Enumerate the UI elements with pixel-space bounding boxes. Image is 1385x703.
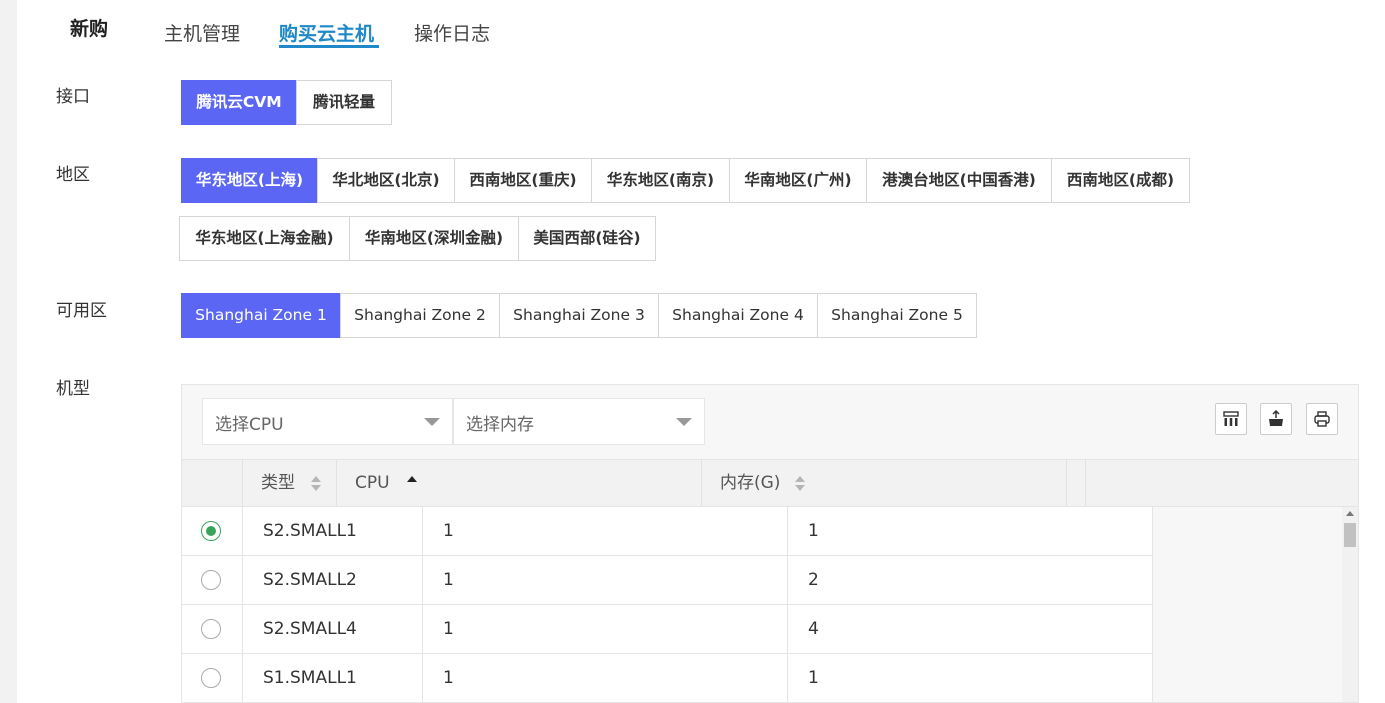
cell-cpu: 1 (423, 507, 788, 555)
interface-option-cvm[interactable]: 腾讯云CVM (181, 80, 297, 125)
row-radio[interactable] (201, 570, 221, 590)
memory-filter-placeholder: 选择内存 (466, 415, 534, 435)
cell-type: S2.SMALL2 (243, 556, 423, 604)
cpu-filter-select[interactable]: 选择CPU (202, 398, 453, 445)
region-option-guangzhou[interactable]: 华南地区(广州) (729, 158, 867, 203)
print-button[interactable] (1306, 403, 1338, 435)
columns-button[interactable] (1215, 403, 1247, 435)
region-option-hongkong[interactable]: 港澳台地区(中国香港) (866, 158, 1052, 203)
scroll-thumb[interactable] (1344, 523, 1356, 547)
cpu-filter-placeholder: 选择CPU (215, 415, 284, 435)
zone-option-3[interactable]: Shanghai Zone 3 (499, 293, 659, 338)
zone-selector: Shanghai Zone 1 Shanghai Zone 2 Shanghai… (181, 293, 977, 338)
machine-type-grid: 选择CPU 选择内存 类型 CPU 内存(G) S2.SMALL1 1 1 S2… (181, 384, 1359, 703)
row-select-cell (182, 556, 243, 604)
row-select-cell (182, 605, 243, 653)
cell-type: S1.SMALL1 (243, 654, 423, 702)
cell-type: S2.SMALL1 (243, 507, 423, 555)
zone-option-2[interactable]: Shanghai Zone 2 (340, 293, 500, 338)
region-selector-row2: 华东地区(上海金融) 华南地区(深圳金融) 美国西部(硅谷) (179, 216, 656, 261)
header-select-column (182, 460, 243, 506)
cell-memory: 4 (788, 605, 1153, 653)
sort-icon (795, 476, 805, 492)
columns-icon (1223, 411, 1239, 426)
sort-icon (311, 476, 321, 492)
header-filler-column (1067, 460, 1086, 506)
tab-buy-cloud-host[interactable]: 购买云主机 (279, 19, 374, 46)
column-header-type-label: 类型 (261, 473, 295, 493)
zone-option-5[interactable]: Shanghai Zone 5 (817, 293, 977, 338)
cell-cpu: 1 (423, 605, 788, 653)
table-row[interactable]: S2.SMALL1 1 1 (182, 507, 1153, 556)
table-row[interactable]: S1.SMALL1 1 1 (182, 654, 1153, 702)
cell-cpu: 1 (423, 654, 788, 702)
region-option-chengdu[interactable]: 西南地区(成都) (1051, 158, 1190, 203)
table-header: 类型 CPU 内存(G) (182, 459, 1358, 507)
region-option-nanjing[interactable]: 华东地区(南京) (591, 158, 730, 203)
row-radio[interactable] (201, 619, 221, 639)
cell-memory: 2 (788, 556, 1153, 604)
export-icon (1269, 410, 1283, 426)
interface-option-lighthouse[interactable]: 腾讯轻量 (296, 80, 392, 125)
region-option-shenzhen-finance[interactable]: 华南地区(深圳金融) (349, 216, 519, 261)
table-row[interactable]: S2.SMALL4 1 4 (182, 605, 1153, 654)
region-label: 地区 (56, 165, 90, 185)
column-header-type[interactable]: 类型 (243, 460, 337, 506)
row-radio[interactable] (201, 668, 221, 688)
cell-cpu: 1 (423, 556, 788, 604)
column-header-cpu[interactable]: CPU (337, 460, 702, 506)
machine-type-label: 机型 (56, 379, 90, 399)
tab-operation-log[interactable]: 操作日志 (414, 19, 490, 46)
cell-memory: 1 (788, 507, 1153, 555)
column-header-memory-label: 内存(G) (720, 473, 781, 493)
chevron-down-icon (676, 418, 692, 426)
table-scrollbar[interactable] (1342, 507, 1358, 702)
zone-label: 可用区 (56, 301, 107, 321)
memory-filter-select[interactable]: 选择内存 (453, 398, 705, 445)
region-option-beijing[interactable]: 华北地区(北京) (317, 158, 455, 203)
page-panel: 新购 主机管理 购买云主机 操作日志 接口 腾讯云CVM 腾讯轻量 地区 华东地… (17, 0, 1385, 703)
region-option-chongqing[interactable]: 西南地区(重庆) (454, 158, 592, 203)
row-select-cell (182, 507, 243, 555)
scroll-up-icon[interactable] (1346, 511, 1354, 516)
zone-option-1[interactable]: Shanghai Zone 1 (181, 293, 341, 338)
row-select-cell (182, 654, 243, 702)
table-row[interactable]: S2.SMALL2 1 2 (182, 556, 1153, 605)
region-option-shanghai[interactable]: 华东地区(上海) (181, 158, 318, 203)
active-tab-indicator (279, 45, 379, 48)
chevron-down-icon (424, 418, 440, 426)
tab-host-management[interactable]: 主机管理 (164, 19, 240, 46)
cell-memory: 1 (788, 654, 1153, 702)
interface-label: 接口 (56, 87, 90, 107)
new-purchase-title: 新购 (70, 18, 109, 40)
column-header-memory[interactable]: 内存(G) (702, 460, 1067, 506)
column-header-cpu-label: CPU (355, 473, 390, 493)
region-selector-row1: 华东地区(上海) 华北地区(北京) 西南地区(重庆) 华东地区(南京) 华南地区… (181, 158, 1190, 203)
interface-selector: 腾讯云CVM 腾讯轻量 (181, 80, 392, 125)
region-option-silicon-valley[interactable]: 美国西部(硅谷) (518, 216, 656, 261)
print-icon (1314, 411, 1330, 427)
row-radio-selected[interactable] (201, 521, 221, 541)
zone-option-4[interactable]: Shanghai Zone 4 (658, 293, 818, 338)
export-button[interactable] (1260, 403, 1292, 435)
region-option-shanghai-finance[interactable]: 华东地区(上海金融) (179, 216, 350, 261)
sort-ascending-icon (407, 476, 417, 492)
cell-type: S2.SMALL4 (243, 605, 423, 653)
